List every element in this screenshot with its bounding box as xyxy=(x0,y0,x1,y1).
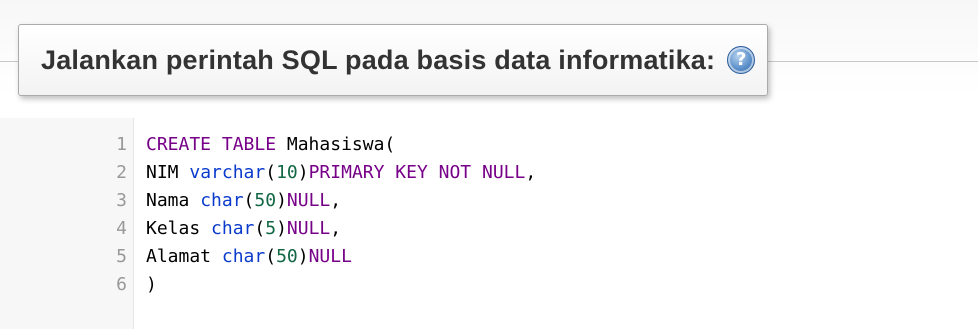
code-token: 50 xyxy=(254,189,277,211)
code-token: NULL xyxy=(308,245,352,267)
code-token: char xyxy=(200,189,244,211)
code-token: ( xyxy=(265,245,277,267)
code-token: ) xyxy=(297,161,309,183)
code-token: char xyxy=(221,245,266,267)
code-line: 5 Alamat char(50)NULL xyxy=(0,242,352,270)
code-token: 5 xyxy=(265,217,277,239)
code-token: ) xyxy=(297,245,309,267)
sql-fieldset-legend: Jalankan perintah SQL pada basis data in… xyxy=(18,24,769,96)
code-token: ( xyxy=(243,189,255,211)
code-token: NULL xyxy=(286,217,331,239)
help-icon[interactable]: ? xyxy=(727,46,756,74)
code-token: , xyxy=(330,189,342,211)
code-token: Alamat xyxy=(146,245,222,267)
code-text: Kelas char(5)NULL, xyxy=(146,218,341,239)
code-text: CREATE TABLE Mahasiswa( xyxy=(146,134,395,155)
code-token: Kelas xyxy=(146,217,212,239)
line-number: 5 xyxy=(116,245,127,267)
code-text: Alamat char(50)NULL xyxy=(146,246,352,267)
code-token: char xyxy=(211,217,255,239)
line-number: 4 xyxy=(116,217,127,239)
code-token: NIM xyxy=(146,161,190,183)
code-token: 10 xyxy=(276,161,298,183)
code-token: PRIMARY KEY NOT NULL xyxy=(308,161,526,183)
code-line: 6) xyxy=(0,270,157,298)
code-token: varchar xyxy=(189,161,266,183)
code-token: ) xyxy=(276,217,287,239)
code-token: ( xyxy=(254,217,266,239)
code-token: ) xyxy=(276,189,287,211)
code-text: NIM varchar(10)PRIMARY KEY NOT NULL, xyxy=(146,162,536,183)
code-token: Mahasiswa( xyxy=(276,133,396,155)
code-line: 3 Nama char(50)NULL, xyxy=(0,186,341,214)
line-number: 1 xyxy=(116,133,127,155)
code-line: 1 CREATE TABLE Mahasiswa( xyxy=(0,130,395,158)
code-token: ( xyxy=(265,161,277,183)
code-line: 2 NIM varchar(10)PRIMARY KEY NOT NULL, xyxy=(0,158,536,186)
line-number: 6 xyxy=(116,273,127,295)
code-text: Nama char(50)NULL, xyxy=(146,190,341,211)
code-token: NULL xyxy=(286,189,331,211)
code-token: 50 xyxy=(276,245,298,267)
code-line: 4 Kelas char(5)NULL, xyxy=(0,214,341,242)
code-token: Nama xyxy=(146,189,201,211)
code-token: , xyxy=(525,161,537,183)
code-token: , xyxy=(330,217,342,239)
code-text: ) xyxy=(146,274,157,295)
page-title: Jalankan perintah SQL pada basis data in… xyxy=(41,44,716,75)
line-number: 3 xyxy=(116,189,127,211)
line-number: 2 xyxy=(116,161,127,183)
code-token: CREATE TABLE xyxy=(146,133,277,155)
sql-query-panel: Jalankan perintah SQL pada basis data in… xyxy=(0,0,978,329)
code-token: ) xyxy=(146,273,157,295)
